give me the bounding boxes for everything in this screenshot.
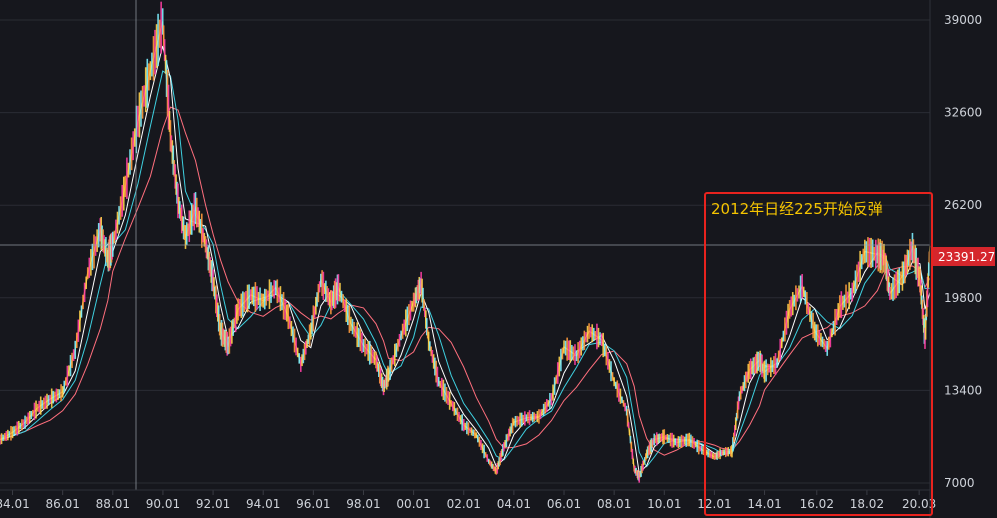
- price-tag-label: 23391.27: [938, 250, 995, 264]
- x-tick-label: 00.01: [396, 497, 430, 511]
- x-tick-label: 92.01: [196, 497, 230, 511]
- x-tick-label: 98.01: [346, 497, 380, 511]
- y-tick-label: 13400: [944, 383, 982, 397]
- nikkei-chart: 39000 32600 26200 19800 13400 7000 84.01 86.01…: [0, 0, 997, 518]
- x-tick-label: 04.01: [497, 497, 531, 511]
- x-tick-label: 18.02: [850, 497, 884, 511]
- x-tick-label: 84.01: [0, 497, 30, 511]
- y-tick-label: 32600: [944, 106, 982, 120]
- x-tick-label: 94.01: [246, 497, 280, 511]
- x-tick-label: 06.01: [547, 497, 581, 511]
- x-tick-label: 90.01: [146, 497, 180, 511]
- x-tick-label: 16.02: [800, 497, 834, 511]
- x-tick-label: 02.01: [447, 497, 481, 511]
- x-tick-label: 96.01: [296, 497, 330, 511]
- x-tick-label: 08.01: [597, 497, 631, 511]
- y-tick-label: 7000: [944, 476, 975, 490]
- current-price-tag: 23391.27: [933, 247, 995, 266]
- chart-container: 39000 32600 26200 19800 13400 7000 84.01 86.01…: [0, 0, 997, 518]
- y-tick-label: 26200: [944, 198, 982, 212]
- x-tick-label: 88.01: [96, 497, 130, 511]
- annotation-text: 2012年日经225开始反弹: [711, 200, 883, 218]
- y-tick-label: 19800: [944, 291, 982, 305]
- x-tick-label: 12.01: [697, 497, 731, 511]
- x-tick-label: 86.01: [45, 497, 79, 511]
- x-tick-label: 10.01: [647, 497, 681, 511]
- y-tick-label: 39000: [944, 13, 982, 27]
- x-tick-label: 14.01: [747, 497, 781, 511]
